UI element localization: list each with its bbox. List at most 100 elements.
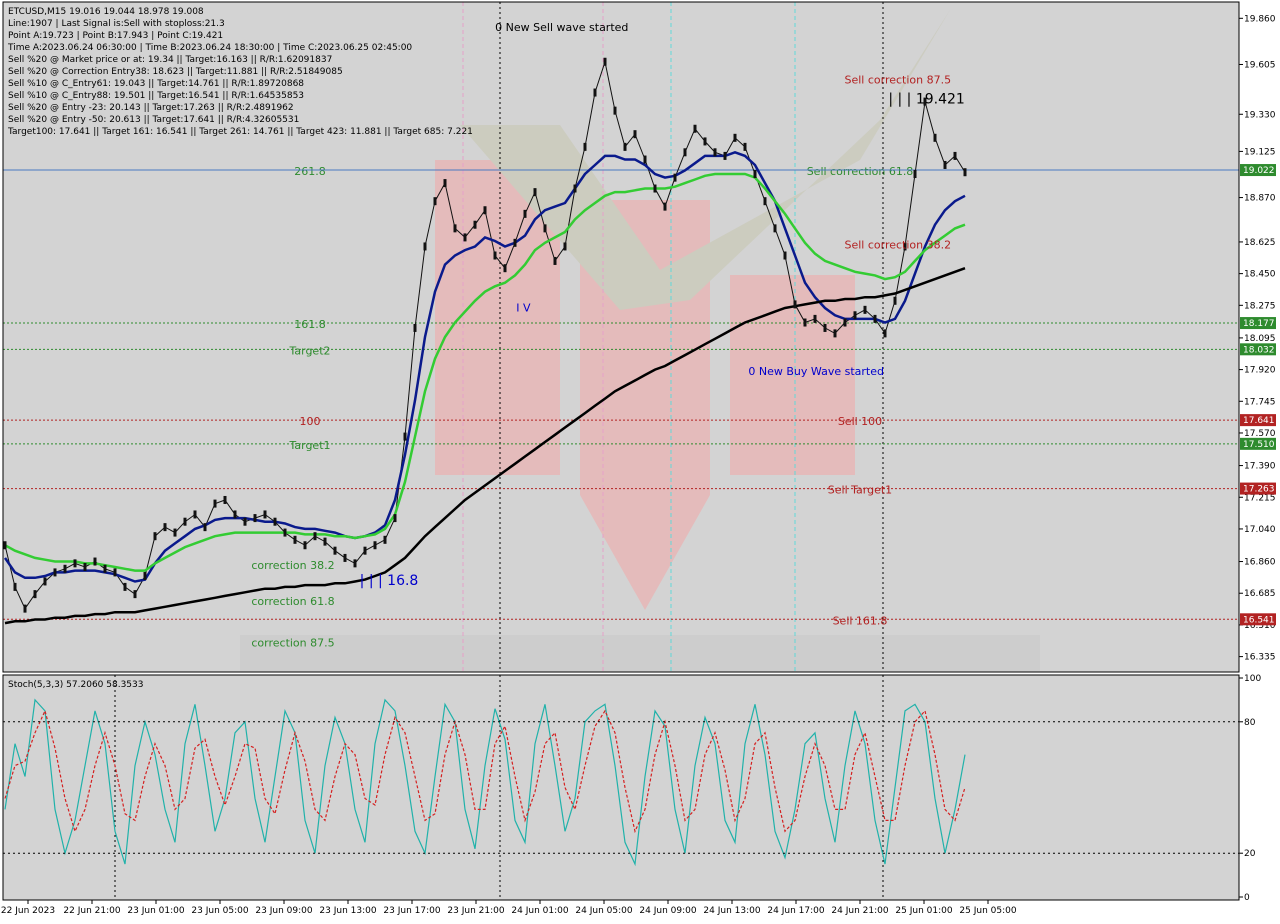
price-point [523,209,527,218]
x-tick-label: 25 Jun 01:00 [895,906,952,916]
price-point [233,510,237,519]
trading-chart: 261.8 Sell correction 61.8 161.8 Target2 100… [0,0,1280,920]
price-point [163,523,167,532]
chart-annotation: | | | 19.421 [888,91,965,107]
price-point [763,197,767,206]
price-tag-label: 18.032 [1243,345,1275,355]
y-tick-label: 17.390 [1244,462,1276,472]
price-point [713,148,717,157]
price-point [663,202,667,211]
price-point [403,432,407,441]
price-point [413,323,417,332]
price-tag-label: 17.263 [1243,485,1275,495]
price-tag-label: 19.022 [1243,166,1275,176]
price-point [853,311,857,320]
price-point [773,224,777,233]
price-point [193,510,197,519]
price-point [873,314,877,323]
price-point [603,57,607,66]
price-axis: 19.860 19.605 19.330 19.125 18.870 18.625 18.4… [1239,14,1276,663]
price-point [723,151,727,160]
y-tick-label: 17.040 [1244,525,1276,535]
chart-annotation: | | | 16.8 [360,573,419,589]
price-point [123,582,127,591]
price-point [23,604,27,613]
price-point [753,170,757,179]
stochastic-pane[interactable] [3,675,1239,900]
y-tick-label: 19.605 [1244,60,1276,70]
price-point [463,233,467,242]
price-point [593,88,597,97]
price-point [383,535,387,544]
price-point [293,535,297,544]
price-point [223,495,227,504]
y-tick-label: 17.920 [1244,366,1276,376]
price-point [863,305,867,314]
price-point [953,151,957,160]
price-tag-label: 17.641 [1243,416,1275,426]
level-right-label: Sell correction 61.8 [807,165,914,178]
price-point [483,206,487,215]
price-point [693,124,697,133]
x-tick-label: 24 Jun 17:00 [767,906,824,916]
price-point [793,300,797,309]
x-tick-label: 23 Jun 05:00 [191,906,248,916]
price-point [893,296,897,305]
price-point [913,170,917,179]
info-line: Line:1907 | Last Signal is:Sell with sto… [8,19,225,29]
y-tick-label: 18.275 [1244,301,1276,311]
price-point [43,577,47,586]
x-tick-label: 24 Jun 01:00 [511,906,568,916]
stoch-tick-label: 100 [1244,674,1261,684]
price-point [733,133,737,142]
stochastic-title: Stoch(5,3,3) 57.2060 58.3533 [8,680,143,690]
price-point [113,568,117,577]
price-point [393,514,397,523]
price-point [373,541,377,550]
price-point [363,546,367,555]
price-tag-label: 18.177 [1243,319,1275,329]
price-point [3,541,7,550]
level-right-label: Sell 100 [838,415,882,428]
info-line: Sell %20 @ Entry -23: 20.143 || Target:1… [8,103,294,113]
y-tick-label: 17.745 [1244,397,1276,407]
stoch-tick-label: 80 [1244,718,1256,728]
price-point [83,562,87,571]
info-line: Sell %10 @ C_Entry88: 19.501 || Target:1… [8,91,304,101]
price-point [583,142,587,151]
y-tick-label: 16.685 [1244,589,1276,599]
price-point [173,528,177,537]
y-tick-label: 17.570 [1244,429,1276,439]
price-point [653,184,657,193]
chart-annotation: Sell correction 87.5 [844,73,951,86]
price-point [263,510,267,519]
price-point [343,553,347,562]
price-point [743,142,747,151]
watermark-text-block [240,635,1040,671]
y-tick-label: 19.860 [1244,14,1276,24]
stoch-tick-label: 20 [1244,849,1256,859]
price-point [673,173,677,182]
price-point [13,582,17,591]
price-point [633,130,637,139]
chart-svg: 261.8 Sell correction 61.8 161.8 Target2 100… [0,0,1280,920]
y-tick-label: 19.330 [1244,110,1276,120]
info-line: Point A:19.723 | Point B:17.943 | Point … [8,31,223,41]
y-tick-label: 17.215 [1244,493,1276,503]
price-point [833,329,837,338]
y-tick-label: 18.095 [1244,334,1276,344]
x-tick-label: 24 Jun 13:00 [703,906,760,916]
price-point [213,499,217,508]
price-point [553,256,557,265]
x-tick-label: 24 Jun 05:00 [575,906,632,916]
price-point [353,559,357,568]
price-point [283,528,287,537]
level-left-label: Target1 [288,439,330,452]
price-point [133,590,137,599]
price-point [563,242,567,251]
price-point [473,220,477,229]
price-point [573,184,577,193]
price-point [423,242,427,251]
price-tag-label: 17.510 [1243,440,1275,450]
price-point [143,572,147,581]
